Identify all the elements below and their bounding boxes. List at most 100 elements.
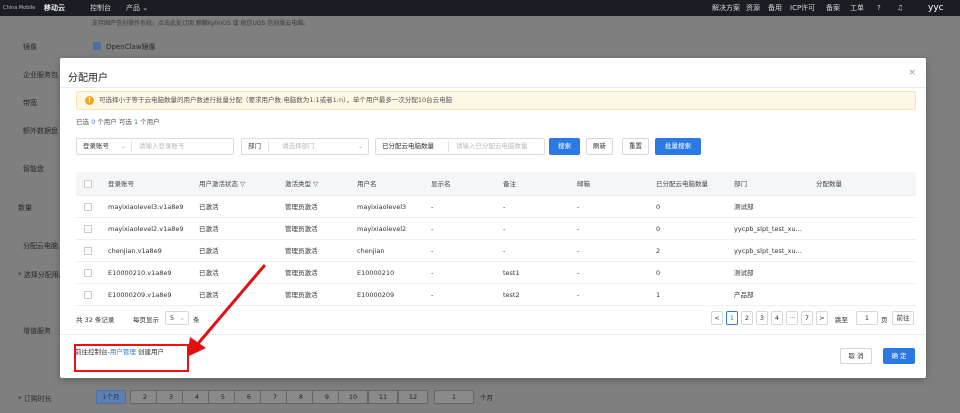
- table-row[interactable]: E10000209.v1a8e9 已激活 管理员激活 E10000209 - t…: [76, 284, 916, 306]
- cell-remark: -: [503, 203, 506, 211]
- cell-account: mayixiaolevel3.v1a8e9: [108, 203, 184, 211]
- dept-filter: 部门 请选择部门 ⌄: [241, 138, 369, 155]
- nav-console[interactable]: 控制台: [90, 0, 111, 16]
- cell-display: -: [431, 203, 434, 211]
- table-row[interactable]: E10000210.v1a8e9 已激活 管理员激活 E10000210 - t…: [76, 262, 916, 284]
- cell-username: E10000209: [357, 291, 395, 299]
- cell-status: 已激活: [199, 203, 219, 211]
- warning-alert: ! 可选择小于等于云电脑数量的用户数进行批量分配（要求用户数:电脑数为1:1或者…: [76, 91, 916, 110]
- cell-display: -: [431, 247, 434, 255]
- hint-suffix: 创建用户: [137, 348, 164, 356]
- reset-button[interactable]: 重置: [622, 138, 649, 155]
- table-row[interactable]: mayixiaolevel2.v1a8e9 已激活 管理员激活 mayixiao…: [76, 218, 916, 240]
- dept-select[interactable]: 请选择部门: [282, 139, 315, 154]
- cell-allocated: 0: [656, 225, 661, 233]
- page-ellipsis[interactable]: ···: [786, 311, 799, 325]
- header-divider: [60, 87, 926, 88]
- prev-page-button[interactable]: <: [711, 311, 723, 325]
- page-1[interactable]: 1: [726, 311, 738, 325]
- row-checkbox[interactable]: [84, 225, 92, 233]
- cell-email: -: [577, 269, 580, 277]
- cell-account: E10000209.v1a8e9: [108, 291, 172, 299]
- chevron-down-icon: ⌄: [179, 314, 185, 322]
- page-2[interactable]: 2: [741, 311, 753, 325]
- col-email: 邮箱: [577, 180, 590, 188]
- nav-resources[interactable]: 资源: [746, 0, 760, 16]
- next-page-button[interactable]: >: [816, 311, 828, 325]
- cell-remark: test1: [503, 269, 520, 277]
- selected-count: 0: [91, 118, 96, 126]
- bell-icon[interactable]: ♫: [897, 0, 903, 16]
- nav-backup[interactable]: 备用: [768, 0, 782, 16]
- warning-icon: !: [85, 96, 94, 105]
- user-name[interactable]: yyc: [928, 0, 944, 16]
- cell-allocated: 1: [656, 291, 661, 299]
- per-page-label: 每页显示: [133, 316, 159, 324]
- row-checkbox[interactable]: [84, 269, 92, 277]
- nav-products[interactable]: 产品 ⌄: [126, 0, 148, 16]
- col-activation-status[interactable]: 用户激活状态 ▽: [199, 172, 245, 196]
- account-type-select[interactable]: 登录账号: [83, 139, 109, 154]
- col-activation-type[interactable]: 激活类型 ▽: [285, 172, 318, 196]
- nav-solutions[interactable]: 解决方案: [712, 0, 740, 16]
- cell-username: E10000210: [357, 269, 395, 277]
- chevron-down-icon: ⌄: [358, 143, 364, 150]
- refresh-button[interactable]: 刷新: [586, 138, 613, 155]
- month-option-12[interactable]: 12: [398, 390, 428, 404]
- top-nav-bar: China Mobile 移动云 控制台 产品 ⌄ 解决方案 资源 备用 ICP…: [0, 0, 960, 16]
- selected-mid: 个用户 可选: [97, 118, 132, 126]
- divider: [448, 141, 449, 152]
- allocated-filter: 已分配云电脑数量 请输入已分配云电脑数量: [375, 138, 545, 155]
- cell-type: 管理员激活: [285, 247, 318, 255]
- row-checkbox[interactable]: [84, 291, 92, 299]
- nav-icp[interactable]: ICP许可: [790, 0, 815, 16]
- cell-dept: 测试部: [734, 269, 754, 277]
- month-input[interactable]: 1: [434, 390, 474, 404]
- cancel-button[interactable]: 取 消: [840, 348, 872, 364]
- label-assign-pc: 分配云电脑: [23, 242, 58, 250]
- cell-email: -: [577, 247, 580, 255]
- divider: [268, 141, 269, 152]
- cell-type: 管理员激活: [285, 291, 318, 299]
- openclaw-checkbox[interactable]: [93, 42, 101, 50]
- month-option-11[interactable]: 11: [368, 390, 398, 404]
- dialog-title: 分配用户: [68, 73, 108, 84]
- col-username: 用户名: [357, 180, 377, 188]
- allocated-input[interactable]: 请输入已分配云电脑数量: [456, 139, 528, 154]
- col-allocated-count: 已分配云电脑数量: [656, 180, 708, 188]
- account-input[interactable]: 请输入登录账号: [139, 139, 185, 154]
- row-checkbox[interactable]: [84, 203, 92, 211]
- page-3[interactable]: 3: [756, 311, 768, 325]
- goto-page-input[interactable]: 1: [856, 311, 878, 325]
- label-extra-disk: 额外数据盘: [23, 127, 58, 135]
- table-row[interactable]: chenjian.v1a8e9 已激活 管理员激活 chenjian - - -…: [76, 240, 916, 262]
- nav-filing[interactable]: 备案: [826, 0, 840, 16]
- selection-summary: 已选 0 个用户 可选 1 个用户: [76, 116, 160, 126]
- cell-status: 已激活: [199, 269, 219, 277]
- brand-logo[interactable]: 移动云: [44, 0, 65, 16]
- cell-email: -: [577, 203, 580, 211]
- batch-search-button[interactable]: 批量搜索: [655, 138, 701, 155]
- month-option-1[interactable]: 1个月: [96, 390, 126, 404]
- label-select-user: * 选择分配用户: [18, 271, 66, 279]
- page-7[interactable]: 7: [801, 311, 813, 325]
- cell-email: -: [577, 225, 580, 233]
- goto-button[interactable]: 前往: [892, 311, 914, 325]
- month-option-10[interactable]: 10: [338, 390, 368, 404]
- row-checkbox[interactable]: [84, 247, 92, 255]
- confirm-button[interactable]: 确 定: [883, 348, 915, 364]
- user-management-link[interactable]: 用户管理: [110, 348, 136, 356]
- cell-remark: -: [503, 225, 506, 233]
- cell-remark: -: [503, 247, 506, 255]
- help-icon[interactable]: ?: [877, 0, 881, 16]
- cell-dept: 测试部: [734, 203, 754, 211]
- cell-allocated: 0: [656, 203, 661, 211]
- per-page-select[interactable]: 5 ⌄: [165, 311, 189, 325]
- search-button[interactable]: 搜索: [549, 138, 580, 155]
- close-icon[interactable]: ×: [908, 68, 916, 78]
- page-4[interactable]: 4: [771, 311, 783, 325]
- select-all-checkbox[interactable]: [84, 180, 92, 188]
- nav-ticket[interactable]: 工单: [850, 0, 864, 16]
- table-row[interactable]: mayixiaolevel3.v1a8e9 已激活 管理员激活 mayixiao…: [76, 196, 916, 218]
- cell-account: E10000210.v1a8e9: [108, 269, 172, 277]
